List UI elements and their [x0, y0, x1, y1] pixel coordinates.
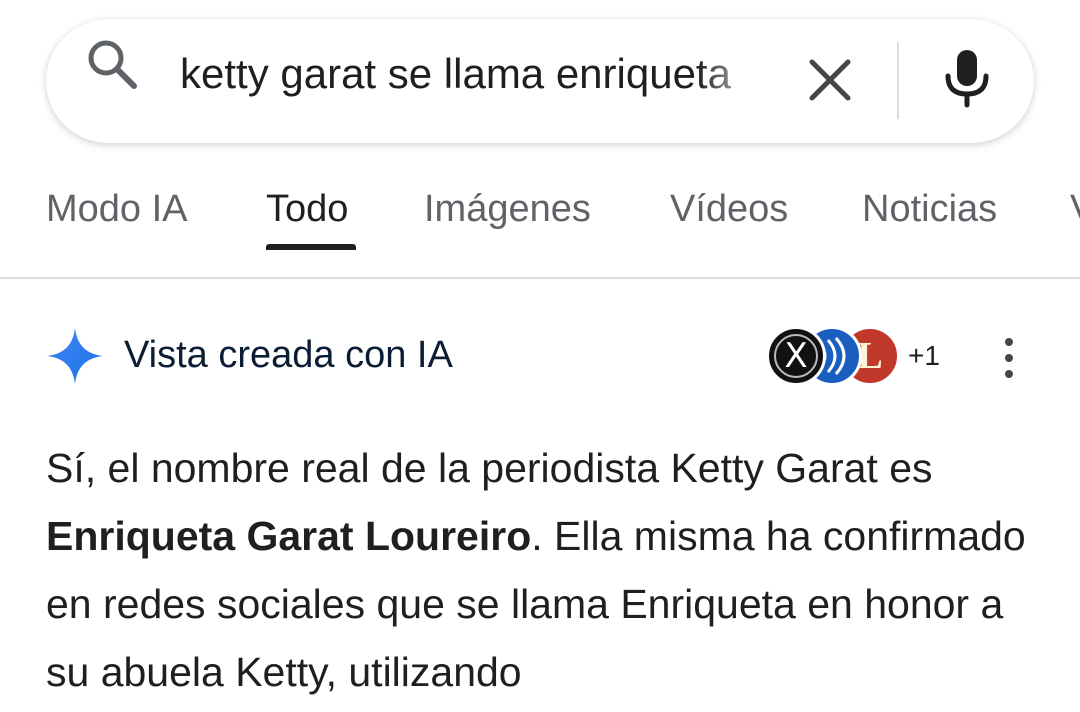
tab-overflow-partial[interactable]: V: [1070, 184, 1080, 234]
more-sources-count[interactable]: +1: [908, 340, 940, 372]
search-icon[interactable]: [84, 36, 140, 92]
source-avatars[interactable]: L X: [766, 326, 906, 386]
answer-part-1: Sí, el nombre real de la periodista Kett…: [46, 445, 933, 491]
ai-spark-icon: [47, 328, 103, 384]
tabs-divider: [0, 277, 1080, 279]
search-input[interactable]: ketty garat se llama enriqueta: [180, 46, 768, 102]
tab-todo[interactable]: Todo: [266, 184, 348, 244]
search-divider: [897, 42, 899, 119]
active-tab-indicator: [266, 244, 356, 250]
close-icon[interactable]: [806, 56, 854, 104]
ai-answer-text: Sí, el nombre real de la periodista Kett…: [46, 434, 1036, 706]
tab-imagenes[interactable]: Imágenes: [424, 184, 591, 244]
tab-modo-ia[interactable]: Modo IA: [46, 184, 188, 244]
x-logo-icon: X: [766, 326, 826, 386]
microphone-icon[interactable]: [940, 48, 994, 108]
more-options-icon[interactable]: [998, 336, 1020, 380]
ai-overview-title: Vista creada con IA: [124, 334, 453, 376]
answer-bold-name: Enriqueta Garat Loureiro: [46, 513, 532, 559]
tab-videos[interactable]: Vídeos: [670, 184, 788, 244]
tab-noticias[interactable]: Noticias: [862, 184, 997, 244]
